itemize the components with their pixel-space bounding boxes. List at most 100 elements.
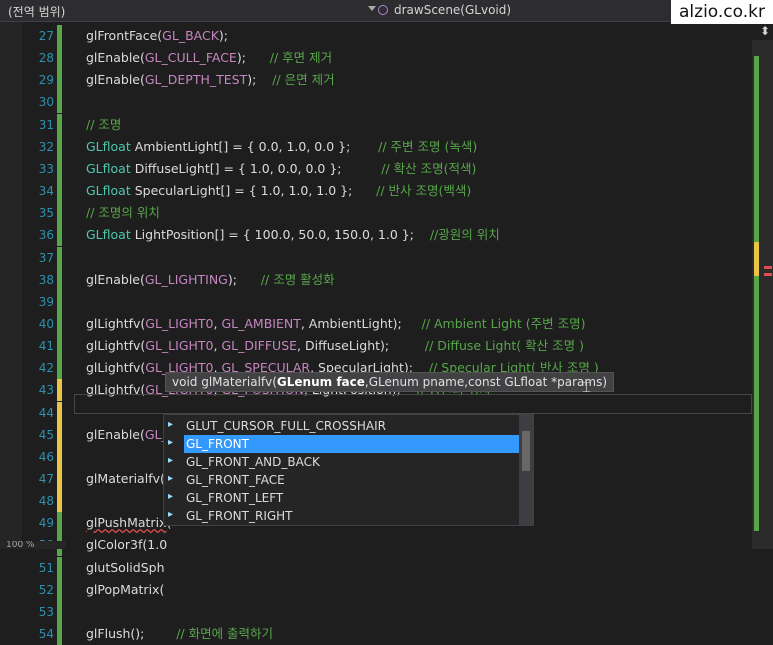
line-number: 36 [38,228,54,242]
error-marker [764,266,772,269]
code-line[interactable]: 34 GLfloat SpecularLight[] = { 1.0, 1.0, … [0,180,773,202]
line-number: 40 [38,317,54,331]
line-number: 35 [38,206,54,220]
macro-icon: ▸ [168,419,174,430]
code-line[interactable]: 33 GLfloat DiffuseLight[] = { 1.0, 0.0, 0… [0,158,773,180]
autocomplete-item[interactable]: ▸ GL_FRONT [164,435,519,453]
change-indicator [57,136,62,158]
code-line[interactable]: 38 glEnable(GL_LIGHTING); // 조명 활성화 [0,269,773,291]
macro-icon: ▸ [168,473,174,484]
navigation-bar: (전역 범위) drawScene(GLvoid) [0,0,773,22]
code-line[interactable]: 51 glutSolidSph [0,557,773,579]
autocomplete-item[interactable]: ▸ GL_FRONT_AND_BACK [164,453,519,471]
code-comment: // 조명의 위치 [86,205,160,220]
code-line[interactable]: 52 glPopMatrix( [0,579,773,601]
line-number: 43 [38,383,54,397]
code-line[interactable]: 50glColor3f(1.0 [0,534,773,556]
change-indicator [57,25,62,47]
code-keyword: GLfloat [86,227,131,242]
code-line[interactable]: 39 [0,291,773,313]
code-text: // 조명의 위치 [86,202,160,224]
code-keyword: GLfloat [86,139,131,154]
zoom-level[interactable]: 100 % [0,541,66,549]
chevron-down-icon[interactable] [368,6,376,11]
code-line[interactable]: 29 glEnable(GL_DEPTH_TEST); // 은면 제거 [0,69,773,91]
code-token: , AmbientLight); [300,316,422,331]
change-indicator [57,424,62,446]
autocomplete-item-label: GL_FRONT_AND_BACK [186,455,320,469]
code-text: glEnable(GL_LIGHTING); // 조명 활성화 [86,269,335,291]
code-line[interactable]: 28 glEnable(GL_CULL_FACE); // 후면 제거 [0,47,773,69]
line-number: 44 [38,406,54,420]
code-line[interactable]: 36 GLfloat LightPosition[] = { 100.0, 50.… [0,224,773,246]
autocomplete-item[interactable]: ▸ GL_FRONT_FACE [164,471,519,489]
code-text: glPushMatrix( [86,512,171,534]
code-line[interactable]: 53 [0,601,773,623]
code-comment: // 주변 조명 (녹색) [378,139,478,154]
parameter-info-tooltip: void glMaterialfv(GLenum face,GLenum pna… [165,372,615,392]
change-indicator [57,47,62,69]
autocomplete-list[interactable]: ▸ GLUT_CURSOR_FULL_CROSSHAIR ▸ GL_FRONT ▸ GL_… [163,414,534,526]
autocomplete-scrollbar[interactable] [519,415,533,525]
change-indicator [57,512,62,534]
code-token: glEnable( [86,72,145,87]
line-number: 46 [38,450,54,464]
current-line-highlight [74,394,752,414]
macro-icon: ▸ [168,509,174,520]
code-text: GLfloat DiffuseLight[] = { 1.0, 0.0, 0.0… [86,158,476,180]
function-label: drawScene(GLvoid) [394,3,512,17]
change-indicator [57,623,62,645]
code-constant: GL_BACK [162,28,219,43]
autocomplete-item[interactable]: ▸ GLUT_CURSOR_FULL_CROSSHAIR [164,417,519,435]
macro-icon: ▸ [168,491,174,502]
code-token: glPopMatrix( [86,582,165,597]
change-indicator [57,180,62,202]
line-number: 48 [38,494,54,508]
code-line[interactable]: 30 [0,91,773,113]
scroll-thumb[interactable] [522,431,530,471]
line-number: 54 [38,627,54,641]
code-line[interactable]: 40 glLightfv(GL_LIGHT0, GL_AMBIENT, Ambie… [0,313,773,335]
change-indicator [57,158,62,180]
scope-dropdown[interactable]: (전역 범위) [8,3,65,20]
line-number: 49 [38,516,54,530]
code-line[interactable]: 35 // 조명의 위치 [0,202,773,224]
code-comment: // 조명 [86,117,122,132]
line-number: 52 [38,583,54,597]
code-token: SpecularLight[] = { 1.0, 1.0, 1.0 }; [130,183,377,198]
code-comment: // 화면에 출력하기 [176,626,274,641]
autocomplete-item[interactable]: ▸ GL_FRONT_RIGHT [164,507,519,525]
code-token: glFrontFace( [86,28,163,43]
macro-icon: ▸ [168,437,174,448]
line-number: 38 [38,273,54,287]
code-token: LightPosition[] = { 100.0, 50.0, 150.0, … [130,227,430,242]
change-indicator [57,579,62,601]
code-keyword: GLfloat [86,161,131,176]
code-line[interactable]: 27 glFrontFace(GL_BACK); [0,25,773,47]
code-constant: GL_AMBIENT [221,316,301,331]
macro-icon: ▸ [168,455,174,466]
code-token: , DiffuseLight); [297,338,425,353]
change-indicator [57,557,62,579]
code-line[interactable]: 37 [0,247,773,269]
unsaved-change-marker [754,242,759,276]
change-indicator [57,446,62,468]
code-token: ); [236,50,270,65]
autocomplete-item[interactable]: ▸ GL_FRONT_LEFT [164,489,519,507]
code-line[interactable]: 32 GLfloat AmbientLight[] = { 0.0, 1.0, 0… [0,136,773,158]
line-number: 42 [38,361,54,375]
change-indicator [57,601,62,623]
autocomplete-item-label: GL_FRONT_RIGHT [186,509,293,523]
line-number: 37 [38,251,54,265]
tooltip-suffix: ,GLenum pname,const GLfloat *params) [364,375,608,389]
code-text: glutSolidSph [86,557,165,579]
code-token: glPushMatrix [86,515,167,530]
code-token: glColor3f(1.0 [86,537,168,552]
code-line[interactable]: 54 glFlush(); // 화면에 출력하기 [0,623,773,645]
code-line[interactable]: 31 // 조명 [0,114,773,136]
code-text: GLfloat AmbientLight[] = { 0.0, 1.0, 0.0… [86,136,477,158]
change-indicator [57,91,62,113]
code-line[interactable]: 41 glLightfv(GL_LIGHT0, GL_DIFFUSE, Diffu… [0,335,773,357]
function-dropdown[interactable]: drawScene(GLvoid) [378,3,511,17]
code-text: glFrontFace(GL_BACK); [86,25,228,47]
